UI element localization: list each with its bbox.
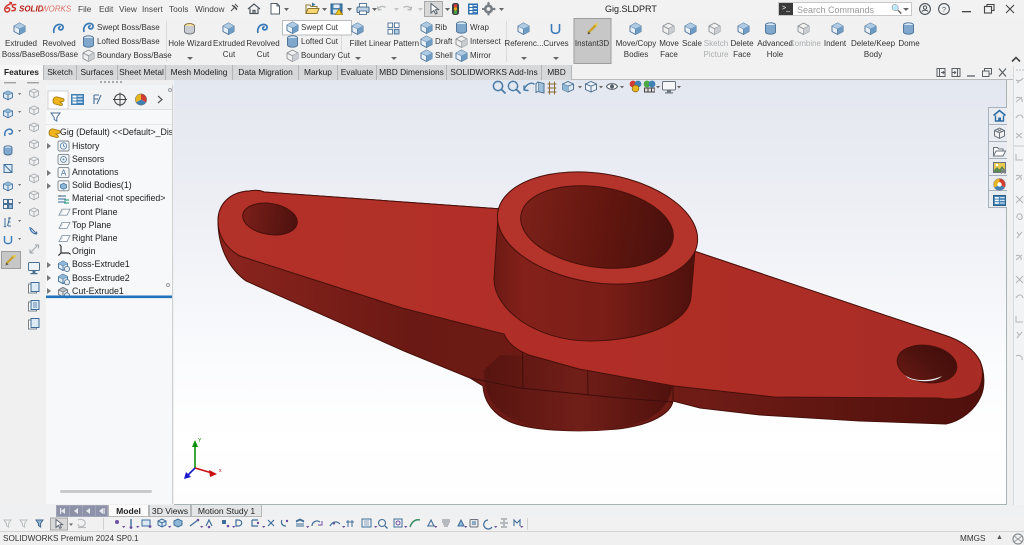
svg-text:x: x [219,468,222,474]
svg-text:SOLID: SOLID [19,5,44,14]
svg-text:!: ! [340,10,341,16]
svg-text:Y: Y [198,438,202,444]
svg-text:?: ? [942,5,946,14]
svg-text:WORKS: WORKS [41,5,72,14]
svg-text:A: A [61,169,67,178]
